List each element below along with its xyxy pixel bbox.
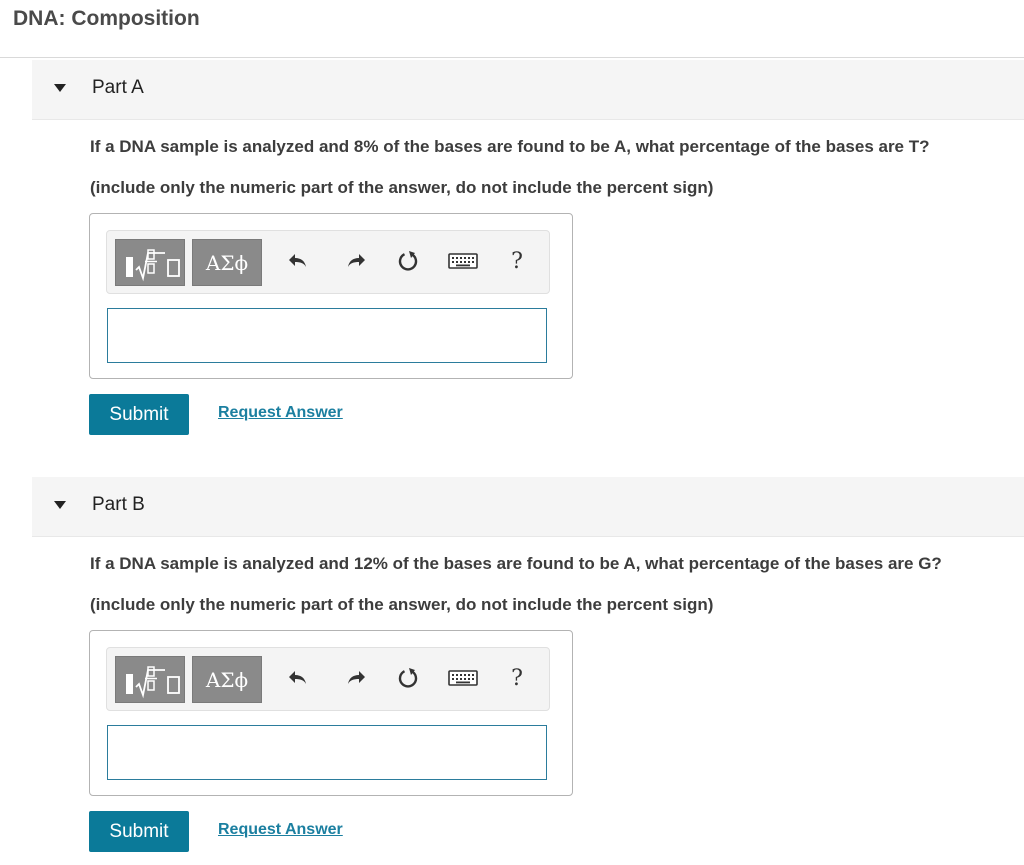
reset-icon[interactable] <box>394 664 422 692</box>
help-icon[interactable]: ? <box>503 247 531 275</box>
instruction-text: (include only the numeric part of the an… <box>90 178 714 197</box>
greek-symbols-label: ΑΣϕ <box>205 250 249 275</box>
part-label: Part B <box>92 494 145 515</box>
fraction-root-template-button[interactable] <box>115 239 185 286</box>
answer-box: ΑΣϕ ? <box>89 213 573 379</box>
help-label: ? <box>511 248 523 274</box>
question-text: If a DNA sample is analyzed and 12% of t… <box>90 554 942 573</box>
part-a-header[interactable]: Part A <box>32 60 1024 120</box>
request-answer-link[interactable]: Request Answer <box>218 821 343 839</box>
submit-button[interactable]: Submit <box>89 811 189 852</box>
fraction-root-template-button[interactable] <box>115 656 185 703</box>
undo-icon[interactable] <box>285 247 313 275</box>
redo-icon[interactable] <box>341 664 369 692</box>
collapse-caret-icon[interactable] <box>54 501 66 509</box>
greek-symbols-button[interactable]: ΑΣϕ <box>192 239 262 286</box>
reset-icon[interactable] <box>394 247 422 275</box>
submit-button[interactable]: Submit <box>89 394 189 435</box>
page-header: DNA: Composition <box>0 0 1024 58</box>
fraction-root-template-icon <box>126 666 180 699</box>
request-answer-link[interactable]: Request Answer <box>218 404 343 422</box>
instruction-text: (include only the numeric part of the an… <box>90 595 714 614</box>
fraction-root-template-icon <box>126 249 180 282</box>
help-label: ? <box>511 665 523 691</box>
part-b-header[interactable]: Part B <box>32 477 1024 537</box>
greek-symbols-label: ΑΣϕ <box>205 667 249 692</box>
math-toolbar: ΑΣϕ ? <box>106 647 550 711</box>
page-title: DNA: Composition <box>13 7 200 30</box>
undo-icon[interactable] <box>285 664 313 692</box>
help-icon[interactable]: ? <box>503 664 531 692</box>
answer-input[interactable] <box>107 308 547 363</box>
answer-box: ΑΣϕ ? <box>89 630 573 796</box>
keyboard-icon[interactable] <box>448 664 478 692</box>
greek-symbols-button[interactable]: ΑΣϕ <box>192 656 262 703</box>
collapse-caret-icon[interactable] <box>54 84 66 92</box>
answer-input[interactable] <box>107 725 547 780</box>
redo-icon[interactable] <box>341 247 369 275</box>
part-label: Part A <box>92 77 144 98</box>
keyboard-icon[interactable] <box>448 247 478 275</box>
math-toolbar: ΑΣϕ ? <box>106 230 550 294</box>
question-text: If a DNA sample is analyzed and 8% of th… <box>90 137 930 156</box>
